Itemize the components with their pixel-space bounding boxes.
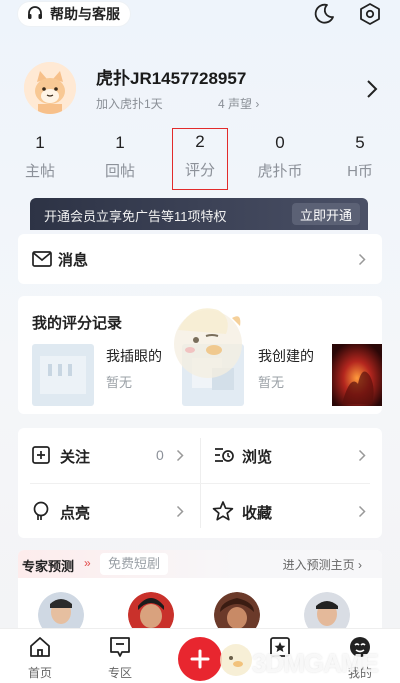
expert-title[interactable]: 专家预测: [22, 556, 74, 575]
stat-value: 1: [115, 133, 125, 152]
tab-home[interactable]: 首页: [10, 633, 70, 681]
stat-posts[interactable]: 1 主帖: [10, 130, 70, 181]
stat-value: 5: [355, 133, 365, 152]
divider: [30, 483, 370, 484]
messages-row[interactable]: 消息: [18, 234, 382, 284]
mascot-overlay-image: [174, 308, 242, 378]
stat-value: 1: [35, 133, 45, 152]
chevron-right-icon: [358, 449, 366, 462]
movie-poster-thumbnail[interactable]: [332, 344, 382, 406]
record-status: 暂无: [106, 375, 133, 390]
tab-zone[interactable]: 专区: [90, 633, 150, 681]
bookmarked-placeholder-image: [32, 344, 94, 406]
username: 虎扑JR1457728957: [96, 69, 247, 88]
settings-hex-icon: [360, 3, 380, 25]
watermark-mascot-icon: [220, 644, 252, 676]
menu-favorites[interactable]: 收藏: [200, 484, 382, 538]
headset-icon: [28, 6, 42, 19]
moon-icon: [314, 3, 334, 24]
top-bar: 帮助与客服: [0, 0, 400, 40]
stat-label: H币: [347, 163, 373, 180]
watermark-text: 3DMGAME: [252, 648, 379, 678]
stat-label: 主帖: [24, 163, 55, 180]
mail-icon: [32, 251, 52, 267]
chevron-right-icon: [358, 505, 366, 518]
history-list-icon: [215, 448, 234, 462]
follow-count: 0: [156, 447, 164, 463]
help-support-label: 帮助与客服: [50, 6, 120, 22]
help-support-button[interactable]: 帮助与客服: [18, 2, 130, 26]
chevron-right-icon: [176, 449, 184, 462]
tab-label: 专区: [107, 666, 132, 680]
menu-label: 收藏: [242, 505, 273, 522]
stat-label: 评分: [184, 162, 215, 179]
stats-row: 1 主帖 1 回帖 2 评分 0 虎扑币 5 H币: [0, 128, 400, 192]
night-mode-button[interactable]: [310, 0, 338, 28]
tab-label: 首页: [27, 666, 52, 680]
vip-open-button[interactable]: 立即开通: [292, 203, 360, 225]
messages-label: 消息: [58, 252, 89, 269]
tab-free-dramas[interactable]: 免费短剧: [100, 553, 169, 575]
settings-button[interactable]: [356, 0, 384, 28]
stat-value: 0: [275, 133, 285, 152]
menu-history[interactable]: 浏览: [200, 428, 382, 482]
menu-follow[interactable]: 关注 0: [18, 428, 200, 482]
enter-prediction-link[interactable]: 进入预测主页 ›: [283, 556, 362, 573]
home-icon: [30, 637, 50, 657]
chevron-right-icon[interactable]: [364, 78, 380, 100]
double-chevron-icon: »: [84, 556, 91, 570]
stat-replies[interactable]: 1 回帖: [90, 130, 150, 181]
stat-label: 回帖: [104, 163, 135, 180]
stat-ratings[interactable]: 2 评分: [172, 128, 228, 190]
plus-icon: [190, 649, 210, 669]
avatar[interactable]: [24, 62, 76, 114]
expert-predictions-section: 专家预测 » 免费短剧 进入预测主页 ›: [18, 550, 382, 628]
plus-square-icon: [32, 446, 50, 464]
record-name: 我创建的: [258, 348, 314, 364]
menu-label: 关注: [60, 449, 91, 466]
vip-promo-text: 开通会员立享免广告等11项特权: [44, 209, 227, 224]
stat-value: 2: [195, 132, 205, 151]
record-name: 我插眼的: [106, 348, 162, 364]
watermark: 3DMGAME: [216, 636, 400, 680]
joined-days: 加入虎扑1天: [96, 97, 163, 111]
stat-h-coins[interactable]: 5 H币: [330, 130, 390, 181]
chat-square-icon: [110, 637, 130, 657]
star-icon: [212, 501, 234, 521]
expert-avatar[interactable]: [128, 592, 174, 628]
record-status: 暂无: [258, 375, 285, 390]
stat-label: 虎扑币: [257, 163, 303, 180]
bulb-icon: [33, 501, 49, 520]
chevron-right-icon: [176, 505, 184, 518]
expert-header: 专家预测 » 免费短剧 进入预测主页 ›: [18, 550, 382, 578]
stat-hupu-coins[interactable]: 0 虎扑币: [250, 130, 310, 181]
menu-label: 浏览: [242, 449, 273, 466]
profile-header[interactable]: 虎扑JR1457728957 加入虎扑1天 4 声望 ›: [24, 62, 384, 122]
expert-avatar[interactable]: [38, 592, 84, 628]
menu-highlights[interactable]: 点亮: [18, 484, 200, 538]
chevron-right-icon: [358, 253, 366, 266]
menu-grid-card: 关注 0 浏览 点亮 收藏: [18, 428, 382, 538]
menu-label: 点亮: [60, 505, 91, 522]
fame-link[interactable]: 4 声望 ›: [218, 95, 259, 112]
expert-avatar[interactable]: [304, 592, 350, 628]
expert-avatar[interactable]: [214, 592, 260, 628]
cat-avatar-icon: [24, 62, 76, 114]
vip-banner[interactable]: 开通会员立享免广告等11项特权 立即开通: [30, 198, 368, 230]
rating-records-title: 我的评分记录: [32, 315, 123, 332]
